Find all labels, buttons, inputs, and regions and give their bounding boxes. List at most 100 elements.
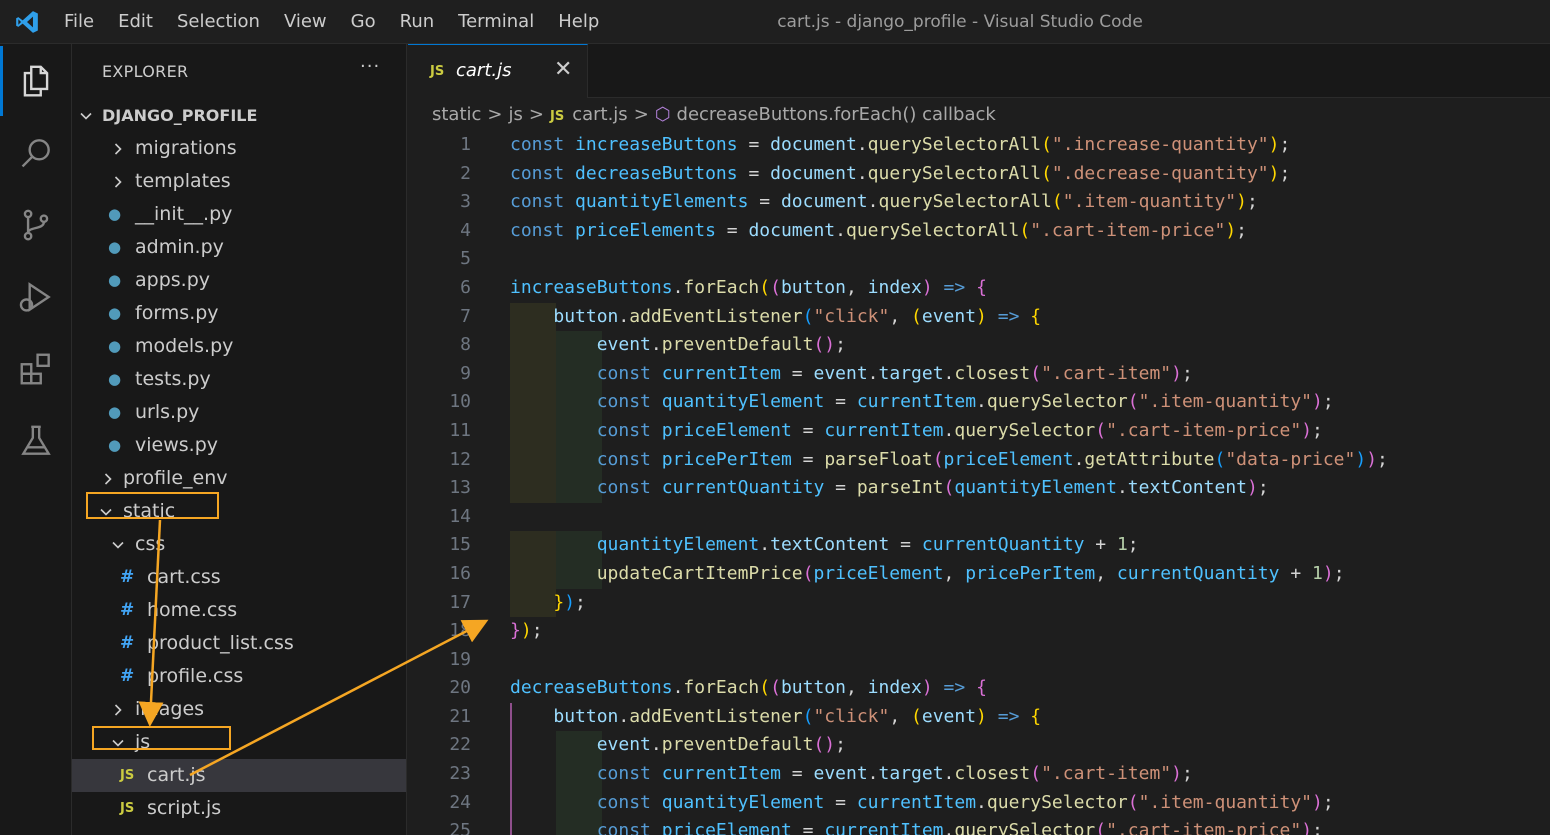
chevron-down-icon — [78, 99, 94, 132]
file-tree: DJANGO_PROFILE migrations templates ● __… — [72, 99, 406, 825]
tree-item-label: models.py — [135, 335, 234, 357]
tree-item-admin-py[interactable]: ● admin.py — [72, 231, 406, 264]
workspace-root[interactable]: DJANGO_PROFILE — [72, 99, 406, 132]
code-line: 21 button.addEventListener("click", (eve… — [408, 703, 1550, 732]
chevron-right-icon: > — [528, 104, 544, 125]
line-number: 19 — [449, 648, 471, 670]
menu-run[interactable]: Run — [388, 0, 447, 44]
line-number: 15 — [449, 534, 471, 556]
code-line: 24 const quantityElement = currentItem.q… — [408, 788, 1550, 818]
tree-item-label: __init__.py — [135, 203, 233, 225]
breadcrumb-file[interactable]: cart.js — [572, 100, 628, 130]
python-file-icon: ● — [108, 337, 122, 355]
chevron-right-icon: > — [633, 104, 649, 125]
breadcrumb: static > js > JS cart.js > ⬡ decreaseButtons.for… — [432, 100, 996, 130]
menu-help[interactable]: Help — [546, 0, 611, 44]
breadcrumb-static[interactable]: static — [432, 100, 481, 130]
code-line: 13 const currentQuantity = parseInt(quan… — [408, 474, 1550, 503]
tree-item-apps-py[interactable]: ● apps.py — [72, 264, 406, 297]
chevron-right-icon — [110, 165, 126, 198]
line-number: 21 — [449, 705, 471, 727]
symbol-method-icon: ⬡ — [654, 104, 671, 125]
search-icon[interactable] — [0, 118, 72, 188]
tree-item-product-list-css[interactable]: # product_list.css — [72, 627, 406, 660]
css-file-icon: # — [120, 567, 135, 587]
code-line: 23 const currentItem = event.target.clos… — [408, 760, 1550, 789]
code-line: 12 const pricePerItem = parseFloat(price… — [408, 445, 1550, 475]
code-editor[interactable]: 1 const increaseButtons = document.queryS… — [408, 131, 1550, 835]
code-line: 17 }); — [408, 588, 1550, 618]
line-number: 11 — [449, 419, 471, 441]
tab-cart-js[interactable]: JS cart.js ✕ — [408, 44, 588, 98]
tree-item-init-py[interactable]: ● __init__.py — [72, 198, 406, 231]
tree-item-cart-css[interactable]: # cart.css — [72, 561, 406, 594]
python-file-icon: ● — [108, 238, 122, 256]
line-number: 7 — [460, 305, 471, 327]
line-number: 8 — [460, 334, 471, 356]
menu-selection[interactable]: Selection — [165, 0, 272, 44]
code-line: 4 const priceElements = document.querySel… — [408, 217, 1550, 246]
line-number: 23 — [449, 763, 471, 785]
tree-item-label: profile_env — [123, 467, 228, 489]
explorer-title: EXPLORER — [102, 62, 189, 81]
tree-item-css[interactable]: css — [72, 528, 406, 561]
tree-item-templates[interactable]: templates — [72, 165, 406, 198]
extensions-icon[interactable] — [0, 334, 72, 404]
tree-item-cart-js[interactable]: JS cart.js — [72, 759, 406, 792]
python-file-icon: ● — [108, 205, 122, 223]
line-number: 2 — [460, 162, 471, 184]
title-bar: File Edit Selection View Go Run Terminal… — [0, 0, 1550, 44]
annotation-box-js — [92, 726, 231, 750]
code-line: 15 quantityElement.textContent = current… — [408, 531, 1550, 560]
javascript-file-icon: JS — [120, 768, 135, 783]
python-file-icon: ● — [108, 436, 122, 454]
source-control-icon[interactable] — [0, 190, 72, 260]
tree-item-script-js[interactable]: JS script.js — [72, 792, 406, 825]
menu-file[interactable]: File — [52, 0, 106, 44]
tree-item-profile-env[interactable]: profile_env — [72, 462, 406, 495]
tree-item-label: tests.py — [135, 368, 211, 390]
tree-item-label: cart.css — [147, 566, 221, 588]
tab-label: cart.js — [456, 60, 512, 81]
breadcrumb-js[interactable]: js — [509, 100, 523, 130]
menu-view[interactable]: View — [272, 0, 339, 44]
line-number: 6 — [460, 276, 471, 298]
breadcrumb-symbol[interactable]: decreaseButtons.forEach() callback — [677, 100, 996, 130]
menu-terminal[interactable]: Terminal — [446, 0, 546, 44]
code-line: 8 event.preventDefault(); — [408, 331, 1550, 360]
line-number: 1 — [460, 134, 471, 155]
tree-item-home-css[interactable]: # home.css — [72, 594, 406, 627]
line-number: 9 — [460, 362, 471, 384]
python-file-icon: ● — [108, 304, 122, 322]
bracket-guide — [510, 703, 512, 835]
tree-item-views-py[interactable]: ● views.py — [72, 429, 406, 462]
code-line: 6 increaseButtons.forEach((button, index)… — [408, 274, 1550, 303]
tree-item-migrations[interactable]: migrations — [72, 132, 406, 165]
menu-edit[interactable]: Edit — [106, 0, 165, 44]
tree-item-label: admin.py — [135, 236, 224, 258]
menu-go[interactable]: Go — [339, 0, 388, 44]
tree-item-forms-py[interactable]: ● forms.py — [72, 297, 406, 330]
tree-item-images[interactable]: images — [72, 693, 406, 726]
line-number: 13 — [449, 477, 471, 499]
editor-tabs: JS cart.js ✕ — [408, 44, 1550, 98]
code-line: 2 const decreaseButtons = document.queryS… — [408, 160, 1550, 189]
tree-item-label: profile.css — [147, 665, 244, 687]
code-line: 20 decreaseButtons.forEach((button, index… — [408, 674, 1550, 703]
tree-item-tests-py[interactable]: ● tests.py — [72, 363, 406, 396]
run-debug-icon[interactable] — [0, 262, 72, 332]
explorer-icon[interactable] — [0, 46, 72, 116]
tree-item-profile-css[interactable]: # profile.css — [72, 660, 406, 693]
testing-flask-icon[interactable] — [0, 406, 72, 476]
code-line: 22 event.preventDefault(); — [408, 731, 1550, 761]
javascript-file-icon: JS — [120, 801, 135, 816]
more-actions-icon[interactable]: ··· — [360, 56, 380, 77]
explorer-sidebar: EXPLORER ··· DJANGO_PROFILE migrations t… — [72, 44, 407, 835]
tree-item-label: migrations — [135, 137, 237, 159]
tree-item-urls-py[interactable]: ● urls.py — [72, 396, 406, 429]
annotation-box-static — [86, 492, 219, 519]
tree-item-models-py[interactable]: ● models.py — [72, 330, 406, 363]
python-file-icon: ● — [108, 403, 122, 421]
close-icon[interactable]: ✕ — [554, 57, 572, 82]
code-line: 10 const quantityElement = currentItem.q… — [408, 388, 1550, 417]
